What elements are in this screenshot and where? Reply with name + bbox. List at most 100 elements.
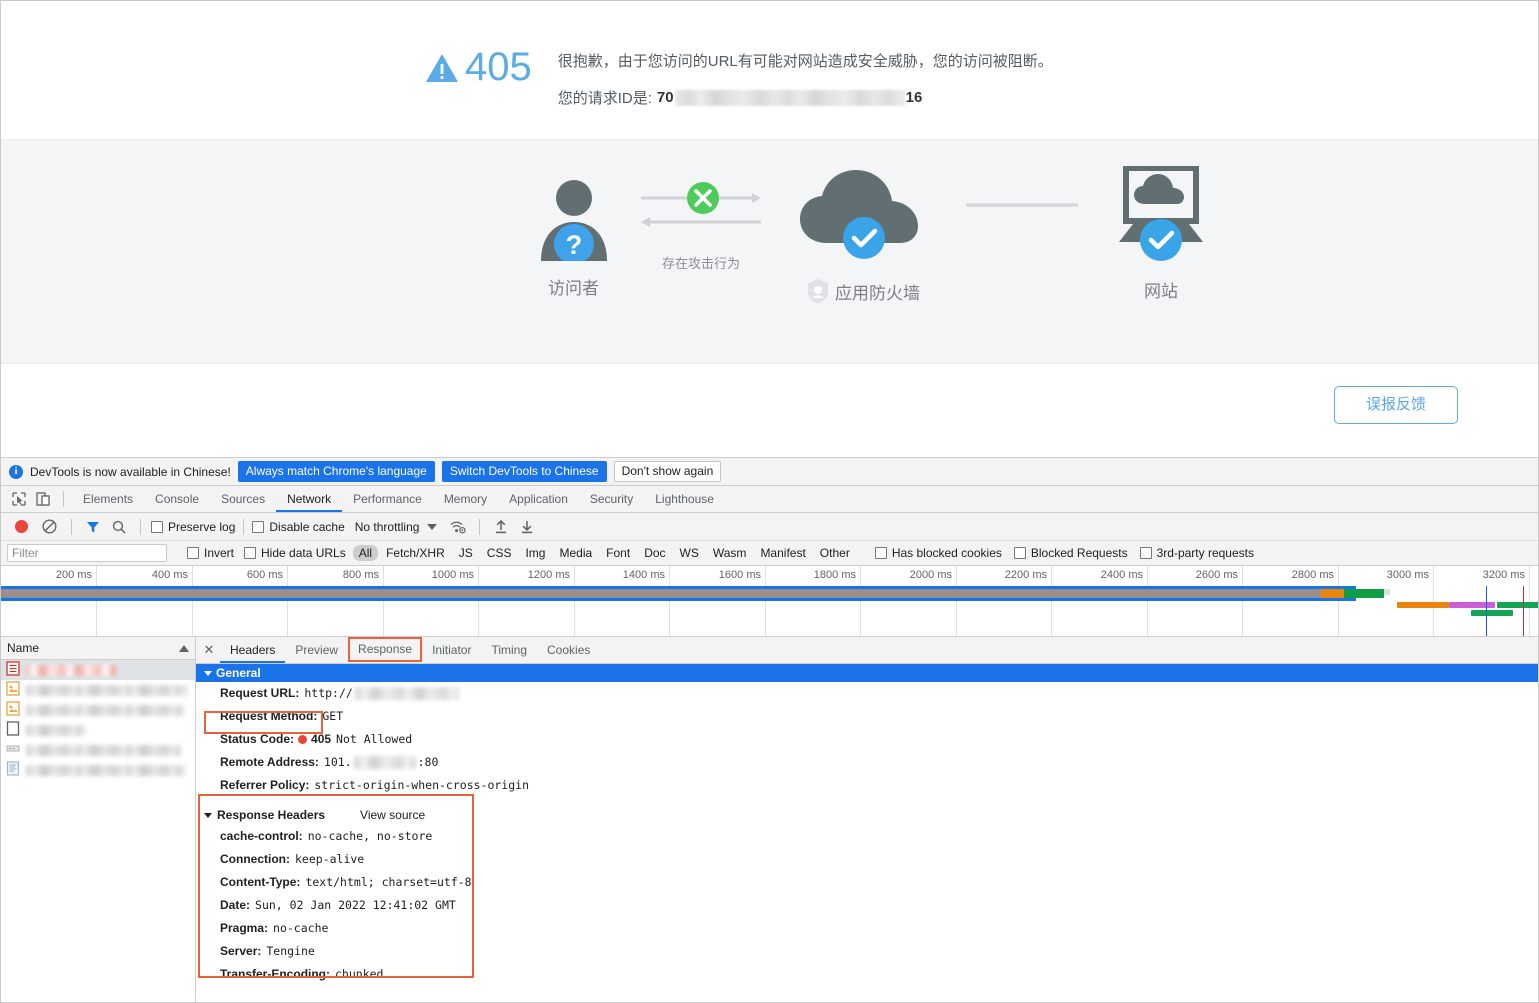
filter-type-fetch-xhr[interactable]: Fetch/XHR bbox=[380, 545, 451, 561]
request-list-header[interactable]: Name bbox=[1, 637, 195, 660]
filter-type-doc[interactable]: Doc bbox=[638, 545, 671, 561]
request-row[interactable] bbox=[1, 720, 195, 740]
status-code-heading: 405 bbox=[465, 45, 532, 89]
filter-type-font[interactable]: Font bbox=[600, 545, 636, 561]
blocked-requests-checkbox[interactable]: Blocked Requests bbox=[1013, 546, 1128, 560]
timeline-request-bars bbox=[1, 602, 1538, 616]
devtools-language-infobar: i DevTools is now available in Chinese! … bbox=[1, 458, 1538, 486]
detail-tab-cookies[interactable]: Cookies bbox=[537, 637, 600, 663]
invert-checkbox[interactable]: Invert bbox=[187, 546, 234, 560]
record-button[interactable] bbox=[7, 516, 35, 538]
request-detail-pane: ✕ Headers Preview Response Initiator Tim… bbox=[196, 637, 1538, 1002]
general-row-status-code: Status Code: 405 Not Allowed bbox=[196, 728, 1538, 751]
response-header-value: Sun, 02 Jan 2022 12:41:02 GMT bbox=[255, 898, 456, 912]
network-filter-bar: Invert Hide data URLs All Fetch/XHR JS C… bbox=[1, 541, 1538, 566]
search-icon[interactable] bbox=[106, 516, 132, 538]
tab-console[interactable]: Console bbox=[144, 486, 210, 512]
always-match-language-button[interactable]: Always match Chrome's language bbox=[237, 461, 435, 482]
import-har-icon[interactable] bbox=[488, 516, 514, 538]
filter-type-css[interactable]: CSS bbox=[481, 545, 518, 561]
timeline-dom-content-loaded-line bbox=[1486, 586, 1487, 636]
flow-node-website: 网站 bbox=[1105, 165, 1217, 302]
response-header-row: Server: Tengine bbox=[196, 940, 1538, 963]
detail-tab-response[interactable]: Response bbox=[348, 637, 423, 662]
disable-cache-label: Disable cache bbox=[269, 519, 345, 534]
dont-show-again-button[interactable]: Don't show again bbox=[613, 461, 722, 482]
filter-type-other[interactable]: Other bbox=[814, 545, 856, 561]
has-blocked-cookies-box-icon bbox=[874, 547, 887, 559]
response-headers-collapse-icon bbox=[204, 812, 212, 818]
device-toolbar-icon[interactable] bbox=[31, 488, 55, 510]
record-dot-icon bbox=[14, 520, 28, 533]
network-timeline-overview[interactable]: 200 ms 400 ms 600 ms 800 ms 1000 ms 1200 ms 14… bbox=[1, 566, 1538, 637]
detail-tab-headers[interactable]: Headers bbox=[220, 637, 286, 663]
flow-connector-plain bbox=[964, 195, 1079, 213]
response-header-key: Pragma: bbox=[220, 921, 269, 935]
toolbar-separator-3 bbox=[140, 518, 141, 535]
close-icon[interactable]: ✕ bbox=[200, 642, 218, 658]
hide-data-urls-checkbox[interactable]: Hide data URLs bbox=[244, 546, 346, 560]
tab-memory[interactable]: Memory bbox=[433, 486, 498, 512]
tab-application[interactable]: Application bbox=[498, 486, 579, 512]
general-section-header[interactable]: General bbox=[196, 664, 1538, 682]
third-party-requests-label: 3rd-party requests bbox=[1156, 546, 1254, 560]
view-source-link[interactable]: View source bbox=[360, 808, 425, 822]
response-header-key: Content-Type: bbox=[220, 875, 301, 889]
sort-ascending-icon[interactable] bbox=[179, 644, 189, 652]
filter-input[interactable] bbox=[7, 544, 167, 562]
request-name-redacted bbox=[26, 684, 188, 696]
tab-performance[interactable]: Performance bbox=[342, 486, 433, 512]
tab-elements[interactable]: Elements bbox=[72, 486, 144, 512]
network-conditions-icon[interactable] bbox=[445, 516, 471, 538]
throttling-select[interactable]: No throttling bbox=[355, 520, 420, 534]
third-party-requests-checkbox[interactable]: 3rd-party requests bbox=[1139, 546, 1254, 560]
toolbar-separator-5 bbox=[479, 518, 481, 535]
has-blocked-cookies-checkbox[interactable]: Has blocked cookies bbox=[874, 546, 1002, 560]
general-section-label: General bbox=[216, 666, 261, 680]
export-har-icon[interactable] bbox=[514, 516, 540, 538]
request-row[interactable] bbox=[1, 760, 195, 780]
inspect-element-icon[interactable] bbox=[7, 488, 31, 510]
filter-type-img[interactable]: Img bbox=[519, 545, 551, 561]
cloud-firewall-icon bbox=[799, 170, 918, 259]
disable-cache-checkbox[interactable]: Disable cache bbox=[252, 519, 345, 534]
chevron-down-icon[interactable] bbox=[419, 516, 445, 538]
request-id-prefix: 70 bbox=[656, 89, 674, 106]
response-header-row: Pragma: no-cache bbox=[196, 917, 1538, 940]
filter-type-all[interactable]: All bbox=[352, 545, 379, 561]
request-list[interactable]: Name bbox=[1, 637, 196, 1002]
preserve-log-label: Preserve log bbox=[168, 519, 236, 534]
referrer-policy-key: Referrer Policy: bbox=[220, 778, 310, 792]
false-positive-feedback-button[interactable]: 误报反馈 bbox=[1334, 386, 1458, 424]
filter-type-ws[interactable]: WS bbox=[674, 545, 705, 561]
filter-type-js[interactable]: JS bbox=[453, 545, 479, 561]
request-row[interactable] bbox=[1, 660, 195, 680]
tab-lighthouse[interactable]: Lighthouse bbox=[644, 486, 725, 512]
headers-content: General Request URL: http:// Request Met… bbox=[196, 664, 1538, 1002]
detail-tab-timing[interactable]: Timing bbox=[481, 637, 537, 663]
tab-sources[interactable]: Sources bbox=[210, 486, 276, 512]
response-header-value: keep-alive bbox=[295, 852, 365, 866]
timeline-load-event-line bbox=[1523, 586, 1524, 636]
flow-node-website-label: 网站 bbox=[1144, 282, 1178, 301]
response-header-key: Server: bbox=[220, 944, 262, 958]
request-row[interactable] bbox=[1, 700, 195, 720]
response-header-key: cache-control: bbox=[220, 829, 303, 843]
response-header-row: cache-control: no-cache, no-store bbox=[196, 825, 1538, 848]
tab-security[interactable]: Security bbox=[579, 486, 644, 512]
filter-type-wasm[interactable]: Wasm bbox=[707, 545, 753, 561]
detail-tab-initiator[interactable]: Initiator bbox=[422, 637, 481, 663]
filter-funnel-icon[interactable] bbox=[80, 516, 106, 538]
request-row[interactable] bbox=[1, 740, 195, 760]
tab-network[interactable]: Network bbox=[276, 486, 343, 512]
filter-type-media[interactable]: Media bbox=[553, 545, 598, 561]
clear-button[interactable] bbox=[35, 516, 63, 538]
switch-devtools-to-chinese-button[interactable]: Switch DevTools to Chinese bbox=[441, 461, 607, 482]
response-headers-section-header[interactable]: Response Headers View source bbox=[196, 805, 1538, 825]
request-url-value: http:// bbox=[304, 686, 353, 700]
request-method-key: Request Method: bbox=[220, 709, 318, 723]
preserve-log-checkbox[interactable]: Preserve log bbox=[151, 520, 235, 534]
detail-tab-preview[interactable]: Preview bbox=[285, 637, 348, 663]
filter-type-manifest[interactable]: Manifest bbox=[754, 545, 811, 561]
request-row[interactable] bbox=[1, 680, 195, 700]
